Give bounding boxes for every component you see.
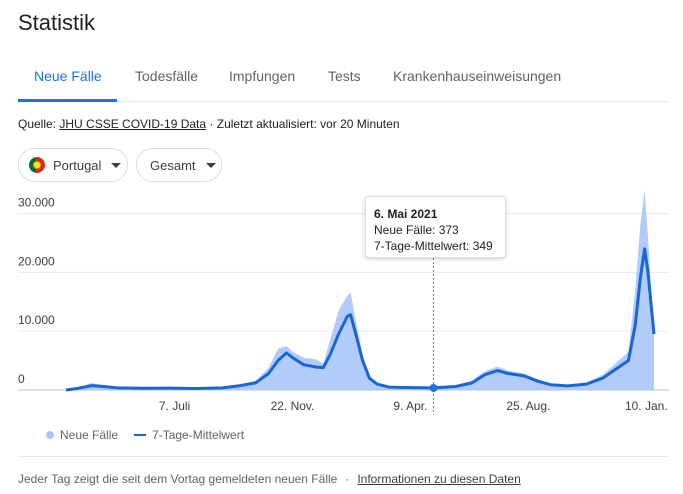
x-axis: 7. Juli 22. Nov. 9. Apr. 25. Aug. 10. Jan. — [159, 399, 668, 413]
y-tick-label: 20.000 — [18, 254, 55, 268]
legend-bars-label: Neue Fälle — [60, 428, 119, 442]
chevron-down-icon — [111, 162, 122, 168]
page-title: Statistik — [18, 10, 96, 35]
footer-separator: · — [345, 472, 350, 486]
chart-legend: Neue Fälle 7-Tage-Mittelwert — [46, 428, 244, 442]
tab-bar: Neue Fälle Todesfälle Impfungen Tests Kr… — [18, 58, 669, 102]
tooltip-cases: Neue Fälle: 373 — [374, 223, 459, 237]
tab-neue-faelle[interactable]: Neue Fälle — [34, 68, 102, 84]
y-tick-label: 30.000 — [18, 196, 55, 210]
series-neue-faelle-area — [66, 190, 654, 390]
legend-line-icon — [134, 434, 147, 436]
footer-divider — [18, 456, 669, 457]
tab-krankenhauseinweisungen[interactable]: Krankenhauseinweisungen — [393, 68, 561, 84]
source-line: Quelle: JHU CSSE COVID-19 Data · Zuletzt… — [18, 117, 400, 131]
scope-dropdown[interactable]: Gesamt — [136, 148, 222, 182]
scope-label: Gesamt — [150, 157, 196, 173]
footer: Jeder Tag zeigt die seit dem Vortag geme… — [18, 472, 521, 486]
country-dropdown[interactable]: Portugal — [18, 148, 128, 182]
x-tick-label: 25. Aug. — [506, 399, 550, 413]
active-tab-indicator — [18, 99, 117, 102]
y-tick-label: 10.000 — [18, 313, 55, 327]
x-tick-label: 10. Jan. — [625, 399, 668, 413]
x-tick-label: 9. Apr. — [393, 399, 427, 413]
source-link[interactable]: JHU CSSE COVID-19 Data — [59, 117, 206, 131]
chart-tooltip: 6. Mai 2021 Neue Fälle: 373 7-Tage-Mitte… — [365, 196, 506, 258]
info-link[interactable]: Informationen zu diesen Daten — [357, 472, 520, 486]
tooltip-date: 6. Mai 2021 — [374, 207, 438, 221]
country-label: Portugal — [53, 157, 102, 173]
tab-tests[interactable]: Tests — [328, 68, 361, 84]
tab-impfungen[interactable]: Impfungen — [229, 68, 295, 84]
chevron-down-icon — [205, 162, 216, 168]
portugal-flag-icon — [29, 157, 45, 173]
cases-chart[interactable]: 0 10.000 20.000 30.000 7. Juli 22. Nov. 9. Ap… — [0, 190, 683, 415]
y-axis: 0 10.000 20.000 30.000 — [18, 196, 55, 386]
hover-point — [429, 383, 438, 392]
source-prefix: Quelle: — [18, 117, 60, 131]
legend-line-label: 7-Tage-Mittelwert — [152, 428, 245, 442]
legend-dot-icon — [46, 431, 54, 439]
x-tick-label: 7. Juli — [159, 399, 190, 413]
y-tick-label: 0 — [18, 372, 25, 386]
footer-text: Jeder Tag zeigt die seit dem Vortag geme… — [18, 472, 338, 486]
tab-todesfaelle[interactable]: Todesfälle — [135, 68, 198, 84]
tooltip-average: 7-Tage-Mittelwert: 349 — [374, 239, 493, 253]
x-tick-label: 22. Nov. — [271, 399, 315, 413]
source-updated: · Zuletzt aktualisiert: vor 20 Minuten — [206, 117, 400, 131]
